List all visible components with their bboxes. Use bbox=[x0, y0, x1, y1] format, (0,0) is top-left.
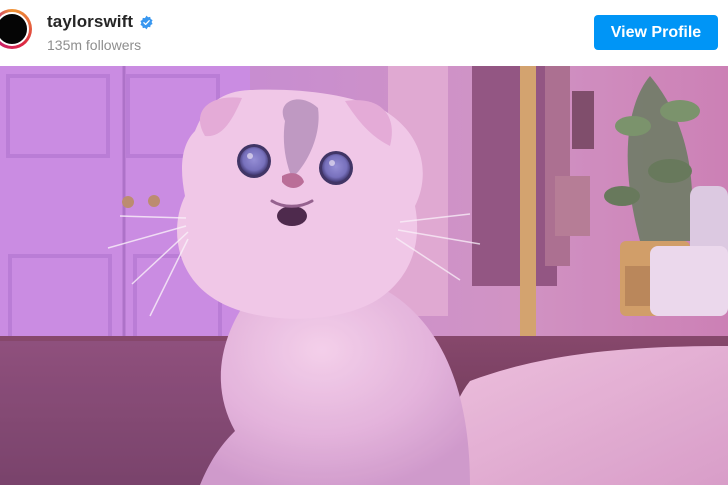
view-profile-button[interactable]: View Profile bbox=[594, 15, 718, 50]
username-row: taylorswift bbox=[47, 12, 154, 32]
post-image[interactable] bbox=[0, 66, 728, 485]
avatar-ring[interactable] bbox=[0, 9, 32, 49]
verified-badge-icon bbox=[140, 15, 153, 29]
followers-count: 135m followers bbox=[47, 37, 142, 53]
pink-tint-overlay bbox=[0, 66, 728, 485]
instagram-embed: taylorswift 135m followers View Profile bbox=[0, 0, 728, 485]
avatar[interactable] bbox=[0, 12, 29, 46]
username-link[interactable]: taylorswift bbox=[47, 12, 133, 32]
post-header: taylorswift 135m followers View Profile bbox=[0, 0, 728, 66]
cat-photo-illustration bbox=[0, 66, 728, 485]
